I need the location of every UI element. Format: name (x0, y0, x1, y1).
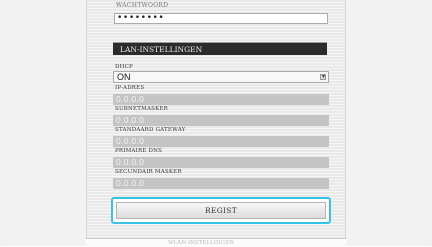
password-label: WACHTWOORD (116, 2, 169, 9)
ip-address-label: IP-ADRES (115, 85, 145, 91)
regist-button[interactable]: REGIST (116, 202, 326, 219)
regist-button-focus-ring: REGIST (111, 197, 331, 224)
right-margin (423, 0, 432, 246)
ip-address-field[interactable]: 0.0.0.0 (113, 94, 329, 105)
dhcp-select-value: ON (117, 72, 131, 82)
primary-dns-field[interactable]: 0.0.0.0 (113, 157, 329, 168)
secondary-dns-field[interactable]: 0.0.0.0 (113, 178, 329, 189)
chevron-down-icon[interactable]: ▼ (320, 74, 326, 80)
next-section-label: WLAN-INSTELLINGEN (168, 240, 234, 246)
lan-settings-header: LAN-INSTELLINGEN (113, 42, 327, 55)
subnet-mask-field[interactable]: 0.0.0.0 (113, 115, 329, 126)
default-gateway-field[interactable]: 0.0.0.0 (113, 136, 329, 147)
subnet-mask-label: SUBNETMASKER (115, 106, 168, 112)
password-field[interactable]: •••••••• (114, 13, 328, 24)
secondary-dns-label: SECUNDAIR MASKER (115, 169, 182, 175)
dhcp-select[interactable]: ON ▼ (113, 71, 329, 83)
dhcp-label: DHCP (115, 64, 133, 70)
primary-dns-label: PRIMAIRE DNS (115, 148, 163, 154)
default-gateway-label: STANDAARD GATEWAY (115, 127, 186, 133)
